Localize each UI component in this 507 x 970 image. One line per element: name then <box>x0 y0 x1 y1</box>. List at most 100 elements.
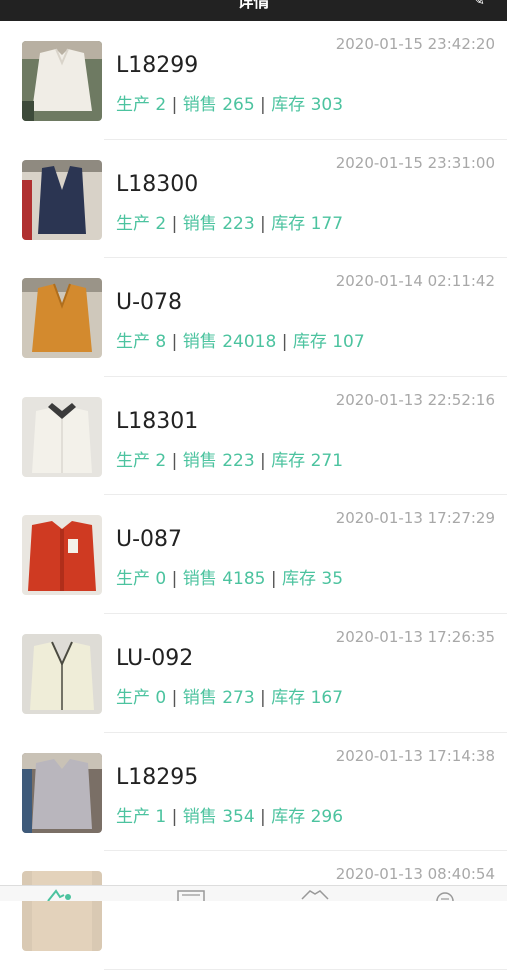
list-item[interactable]: 2020-01-13 17:14:38 L18295 生产 1 | 销售 354… <box>0 733 507 852</box>
list-item[interactable]: 2020-01-13 08:40:54 <box>0 851 507 970</box>
list-item[interactable]: 2020-01-13 17:26:35 LU-092 生产 0 | 销售 273… <box>0 614 507 733</box>
stock-value: 296 <box>310 806 344 827</box>
production-value: 1 <box>155 806 167 827</box>
separator: | <box>171 213 178 234</box>
separator: | <box>171 95 178 115</box>
separator: | <box>171 687 178 708</box>
timestamp: 2020-01-15 23:31:00 <box>335 153 495 172</box>
sales-value: 354 <box>222 806 255 827</box>
list-item[interactable]: 2020-01-15 23:42:20 L18299 生产 2 | 销售 265… <box>0 21 507 140</box>
sales-value: 24018 <box>222 332 277 353</box>
stock-value: 177 <box>310 213 344 234</box>
production-value: 0 <box>155 569 167 590</box>
sales-value: 273 <box>222 687 255 708</box>
product-thumbnail <box>22 278 102 359</box>
separator: | <box>171 806 178 827</box>
sales-label: 销售 <box>182 569 217 590</box>
product-code: U-078 <box>116 290 183 316</box>
production-label: 生产 <box>116 569 150 590</box>
product-stats: 生产 1 | 销售 354 | 库存 296 <box>116 802 343 827</box>
separator: | <box>171 450 178 471</box>
separator: | <box>171 332 178 353</box>
separator: | <box>260 213 266 234</box>
product-stats: 生产 0 | 销售 4185 | 库存 35 <box>116 564 343 589</box>
sales-label: 销售 <box>182 95 217 115</box>
sales-label: 销售 <box>182 687 217 708</box>
list-item[interactable]: 2020-01-13 17:27:29 U-087 生产 0 | 销售 4185… <box>0 495 507 614</box>
stock-value: 35 <box>321 569 344 590</box>
product-thumbnail <box>22 871 102 952</box>
tab-bar <box>0 885 507 901</box>
page-title: 详情 <box>237 0 270 11</box>
production-label: 生产 <box>116 332 150 353</box>
sales-value: 4185 <box>222 569 266 590</box>
product-code: LU-092 <box>116 645 194 671</box>
timestamp: 2020-01-13 17:14:38 <box>335 746 495 765</box>
home-tab-icon[interactable] <box>46 888 76 901</box>
product-stats: 生产 2 | 销售 223 | 库存 271 <box>116 446 343 471</box>
sales-label: 销售 <box>182 213 217 234</box>
stock-label: 库存 <box>271 806 306 827</box>
top-bar: 详情 ✎ <box>0 0 507 21</box>
product-thumbnail <box>22 396 102 477</box>
timestamp: 2020-01-13 17:27:29 <box>335 509 495 528</box>
sales-label: 销售 <box>182 806 217 827</box>
sales-value: 223 <box>222 450 255 471</box>
stock-label: 库存 <box>282 569 316 590</box>
stock-label: 库存 <box>271 95 306 115</box>
separator: | <box>171 569 178 590</box>
production-label: 生产 <box>116 687 150 708</box>
stock-label: 库存 <box>271 687 306 708</box>
product-thumbnail <box>22 159 102 240</box>
timestamp: 2020-01-15 23:42:20 <box>335 35 495 53</box>
stock-value: 303 <box>310 95 344 115</box>
product-code: L18301 <box>116 408 199 434</box>
production-label: 生产 <box>116 213 150 234</box>
separator: | <box>270 569 277 590</box>
product-code: L18299 <box>116 53 199 78</box>
separator: | <box>260 687 266 708</box>
product-thumbnail <box>22 515 102 596</box>
sales-label: 销售 <box>182 450 217 471</box>
stock-label: 库存 <box>271 213 306 234</box>
production-label: 生产 <box>116 95 150 115</box>
product-code: L18300 <box>116 171 199 197</box>
orders-tab-icon[interactable] <box>176 888 206 901</box>
production-value: 0 <box>155 687 167 708</box>
product-code: L18295 <box>116 764 199 790</box>
stock-value: 167 <box>310 687 344 708</box>
product-stats: 生产 8 | 销售 24018 | 库存 107 <box>116 327 365 352</box>
product-thumbnail <box>22 633 102 714</box>
separator: | <box>260 95 266 115</box>
timestamp: 2020-01-13 08:40:54 <box>335 865 495 884</box>
list-item[interactable]: 2020-01-15 23:31:00 L18300 生产 2 | 销售 223… <box>0 140 507 259</box>
separator: | <box>260 806 266 827</box>
stock-label: 库存 <box>292 332 327 353</box>
production-label: 生产 <box>116 806 150 827</box>
production-label: 生产 <box>116 450 150 471</box>
product-stats: 生产 2 | 销售 265 | 库存 303 <box>116 90 343 115</box>
list-item[interactable]: 2020-01-13 22:52:16 L18301 生产 2 | 销售 223… <box>0 377 507 496</box>
stock-value: 107 <box>332 332 365 353</box>
sales-label: 销售 <box>182 332 217 353</box>
timestamp: 2020-01-13 17:26:35 <box>335 627 495 646</box>
production-value: 8 <box>155 332 167 353</box>
product-stats: 生产 0 | 销售 273 | 库存 167 <box>116 683 343 708</box>
stock-label: 库存 <box>271 450 306 471</box>
list-item[interactable]: 2020-01-14 02:11:42 U-078 生产 8 | 销售 2401… <box>0 258 507 377</box>
product-list: 2020-01-15 23:42:20 L18299 生产 2 | 销售 265… <box>0 21 507 970</box>
profile-tab-icon[interactable] <box>430 888 460 901</box>
timestamp: 2020-01-14 02:11:42 <box>335 272 495 291</box>
product-thumbnail <box>22 752 102 833</box>
clothing-tab-icon[interactable] <box>300 888 330 901</box>
stock-value: 271 <box>310 450 344 471</box>
product-thumbnail <box>22 41 102 121</box>
sales-value: 223 <box>222 213 255 234</box>
sales-value: 265 <box>222 95 255 115</box>
timestamp: 2020-01-13 22:52:16 <box>335 390 495 409</box>
edit-icon[interactable]: ✎ <box>472 0 485 9</box>
product-code: U-087 <box>116 527 183 553</box>
production-value: 2 <box>155 450 167 471</box>
production-value: 2 <box>155 95 167 115</box>
product-stats: 生产 2 | 销售 223 | 库存 177 <box>116 209 343 234</box>
